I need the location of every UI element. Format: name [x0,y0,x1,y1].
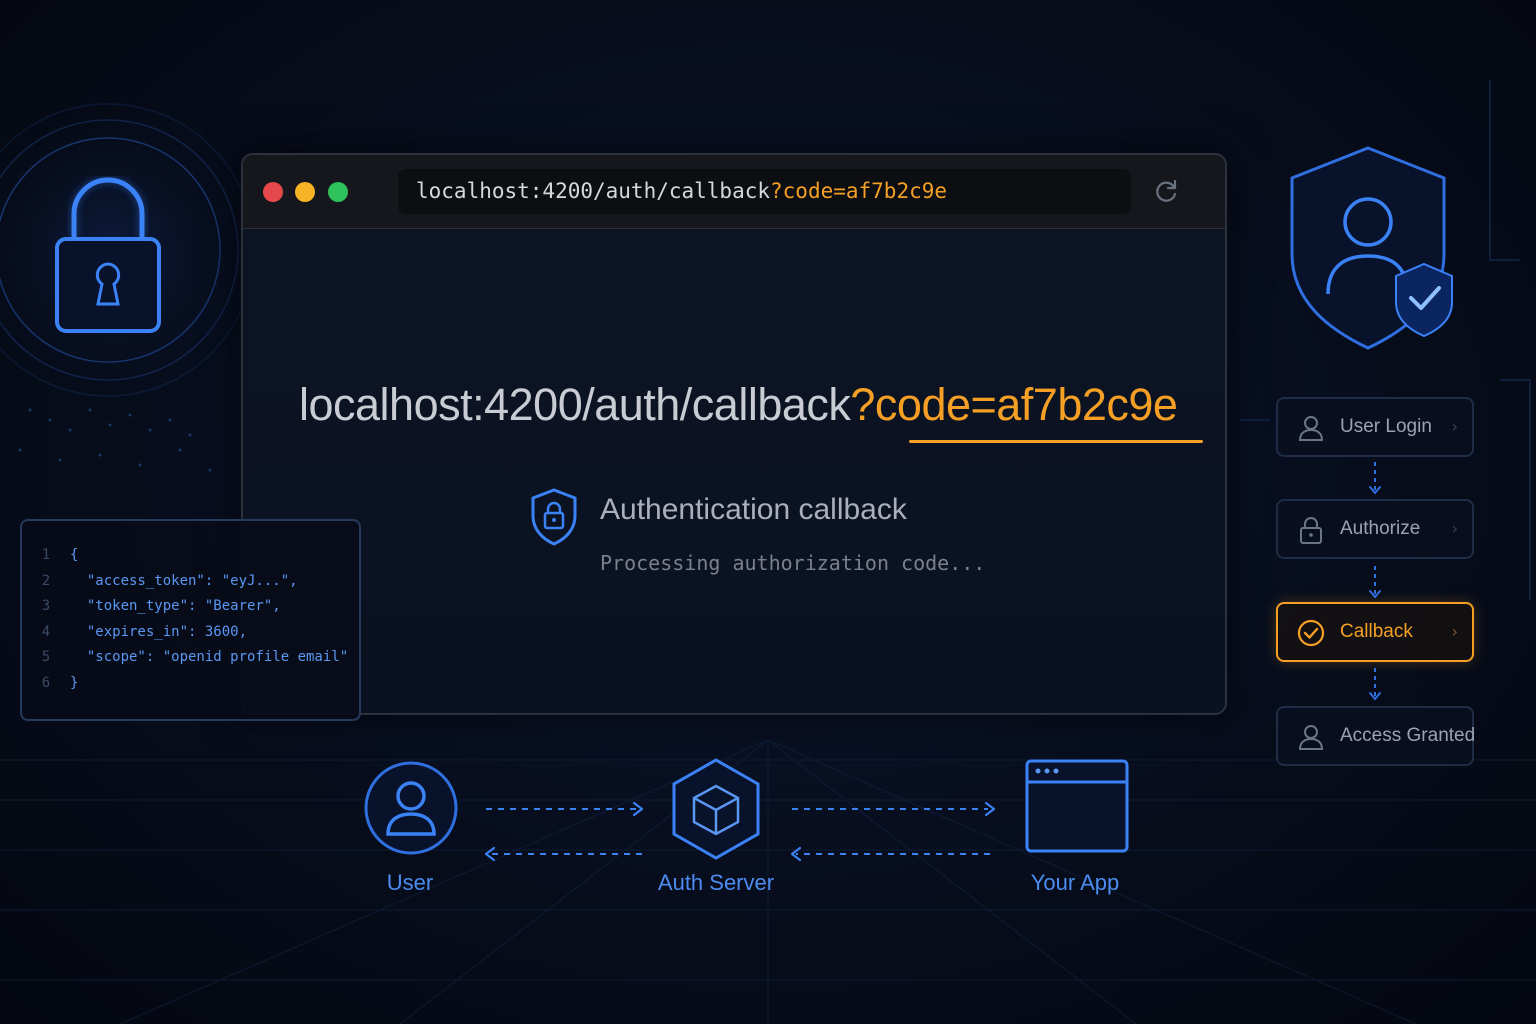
window-maximize-button[interactable] [328,182,348,202]
step-connector-arrows [1369,462,1381,701]
address-bar[interactable]: localhost:4200/auth/callback?code=af7b2c… [398,169,1131,214]
step-label: Access Granted [1340,725,1476,746]
flow-auth-server-label: Auth Server [657,870,775,895]
line-number: 5 [41,649,51,666]
line-number: 2 [41,572,51,589]
reload-icon[interactable] [1151,177,1181,207]
code-text: } [70,674,79,691]
code-text: { [70,547,79,563]
user-icon [1298,416,1324,441]
code-text: "scope": "openid profile email" [70,649,349,666]
flow-arrows [484,801,996,862]
chevron-right-icon: › [1451,622,1458,641]
address-bar-base: localhost:4200/auth/callback [416,179,771,203]
code-text: "token_type": "Bearer", [70,598,281,615]
code-line: 3 "token_type": "Bearer", [22,594,359,620]
step-user-login[interactable]: User Login › [1276,397,1474,457]
code-line: 4 "expires_in": 3600, [22,620,359,646]
window-minimize-button[interactable] [295,182,315,202]
flow-user-node-icon [364,761,458,855]
padlock-icon [55,177,161,333]
code-text: "access_token": "eyJ...", [70,572,298,589]
token-json-panel: 1{ 2 "access_token": "eyJ...", 3 "token_… [20,519,361,721]
code-text: "expires_in": 3600, [70,623,248,640]
line-number: 1 [41,547,51,563]
shield-lock-icon [531,488,577,546]
line-number: 6 [41,674,51,691]
user-shield-icon [1290,146,1453,350]
code-line: 5 "scope": "openid profile email" [22,645,359,671]
app-window-icon [1025,759,1129,853]
code-line: 1{ [22,543,359,569]
query-underline [909,440,1203,443]
chevron-right-icon: › [1451,519,1458,538]
callback-url-base: localhost:4200/auth/callback [299,379,851,430]
auth-callback-status: Processing authorization code... [600,551,986,575]
auth-callback-title: Authentication callback [600,493,907,526]
chevron-right-icon: › [1451,417,1458,436]
callback-url: localhost:4200/auth/callback?code=af7b2c… [299,379,1209,431]
lock-icon [1300,517,1322,544]
line-number: 3 [41,598,51,615]
flow-your-app-label: Your App [1030,870,1120,895]
flow-user-label: User [386,870,434,895]
callback-url-query: ?code=af7b2c9e [850,379,1178,430]
browser-window: localhost:4200/auth/callback?code=af7b2c… [241,153,1227,715]
user-icon [1298,725,1324,750]
code-line: 2 "access_token": "eyJ...", [22,569,359,595]
address-bar-query: ?code=af7b2c9e [770,179,948,203]
check-circle-icon [1297,619,1325,647]
browser-titlebar: localhost:4200/auth/callback?code=af7b2c… [243,155,1225,229]
code-line: 6} [22,671,359,697]
step-label: User Login [1340,416,1432,437]
step-access-granted[interactable]: Access Granted [1276,706,1476,766]
line-number: 4 [41,623,51,640]
window-close-button[interactable] [263,182,283,202]
